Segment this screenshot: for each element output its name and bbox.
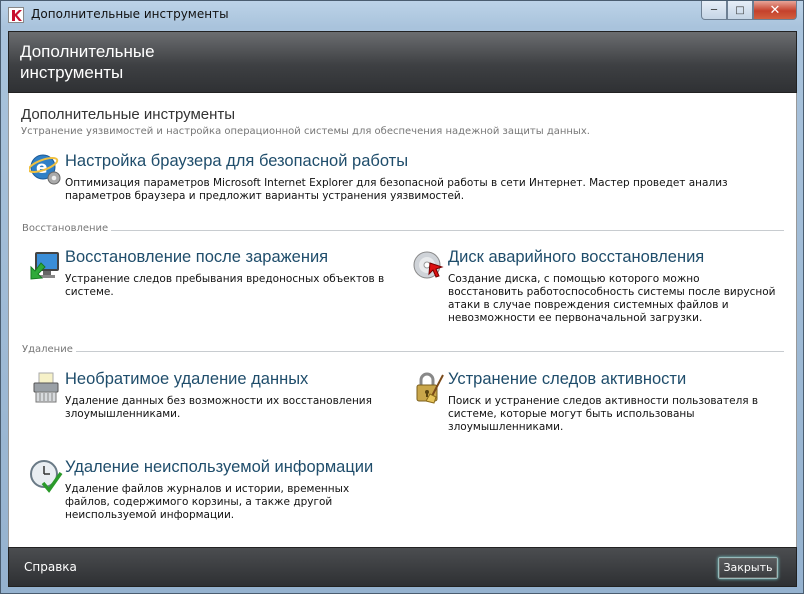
privacy-cleaner-desc: Поиск и устранение следов активности пол… [448,395,759,433]
kaspersky-k-icon [8,7,24,23]
recovery-link[interactable]: Восстановление после заражения [65,248,328,267]
section-divider [22,230,784,231]
rescue-disk-icon [412,249,446,283]
cleanup-link[interactable]: Удаление неиспользуемой информации [65,458,373,477]
content-area: Дополнительные инструменты Устранение уя… [8,93,797,547]
shredder-desc: Удаление данных без возможности их восст… [65,395,372,420]
close-window-button[interactable]: ✕ [753,1,797,20]
window-title: Дополнительные инструменты [31,7,229,21]
titlebar[interactable]: Дополнительные инструменты ─ □ ✕ [1,1,803,29]
cleanup-desc: Удаление файлов журналов и истории, врем… [65,483,350,521]
close-icon: ✕ [769,2,781,18]
monitor-restore-icon [29,249,63,283]
section-divider [22,351,784,352]
recovery-desc: Устранение следов пребывания вредоносных… [65,273,385,298]
shredder-icon [29,371,63,405]
ie-gear-icon: e [27,153,63,187]
section-delete-label: Удаление [22,344,76,355]
close-button[interactable]: Закрыть [718,557,778,579]
help-link[interactable]: Справка [24,560,77,574]
section-restore-label: Восстановление [22,223,112,234]
browser-setup-link[interactable]: Настройка браузера для безопасной работы [65,152,408,171]
privacy-cleaner-link[interactable]: Устранение следов активности [448,370,686,389]
minimize-button[interactable]: ─ [701,1,727,20]
rescue-disk-link[interactable]: Диск аварийного восстановления [448,248,704,267]
header-title: Дополнительные инструменты [20,42,155,82]
minimize-icon: ─ [710,4,718,16]
lock-broom-icon [412,371,446,405]
maximize-button[interactable]: □ [727,1,753,20]
browser-setup-desc: Оптимизация параметров Microsoft Interne… [65,177,728,202]
page-subtitle: Устранение уязвимостей и настройка опера… [21,126,590,137]
app-window: Дополнительные инструменты ─ □ ✕ Дополни… [0,0,804,594]
section-delete: Удаление [22,344,784,358]
clock-check-icon [29,459,63,493]
section-restore: Восстановление [22,223,784,237]
header-banner: Дополнительные инструменты [8,31,797,93]
page-title: Дополнительные инструменты [21,106,236,123]
rescue-disk-desc: Создание диска, с помощью которого можно… [448,273,776,324]
shredder-link[interactable]: Необратимое удаление данных [65,370,308,389]
caption-buttons: ─ □ ✕ [701,1,797,21]
maximize-icon: □ [735,4,745,16]
footer-bar: Справка Закрыть [8,547,797,587]
